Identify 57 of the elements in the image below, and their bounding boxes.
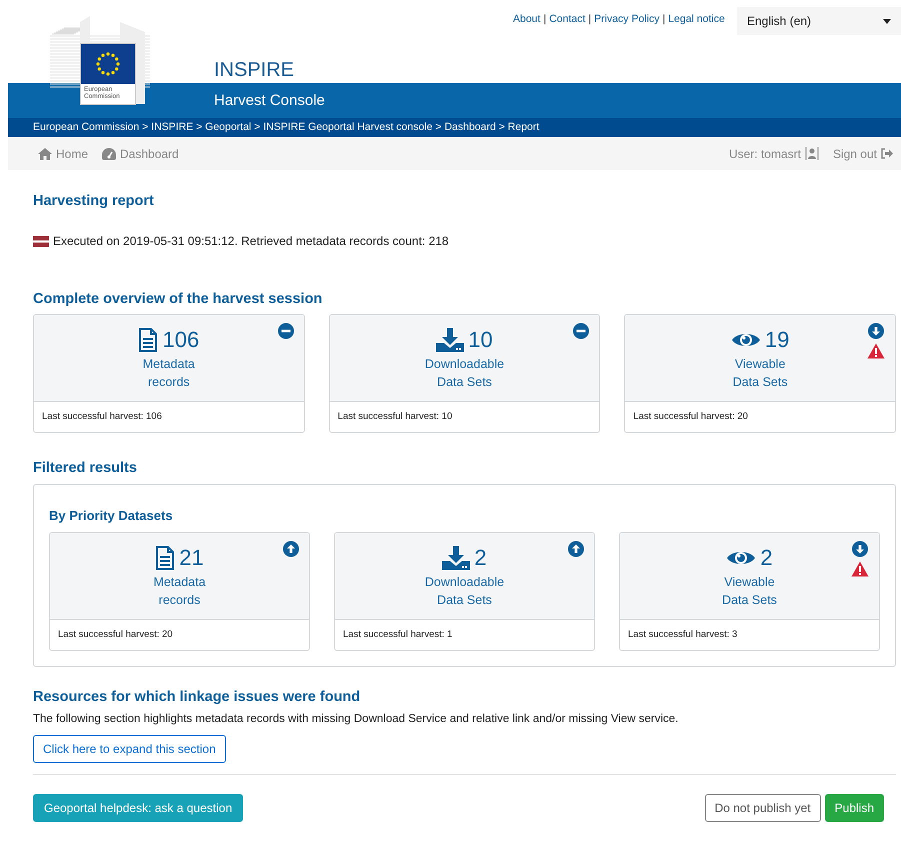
sign-out-icon: [881, 148, 893, 159]
last-harvest-text: Last successful harvest: 3: [628, 629, 738, 640]
up-arrow-circle-icon: [568, 541, 584, 557]
minus-circle-icon: [573, 323, 590, 339]
card-label: Downloadable Data Sets: [424, 575, 504, 607]
separator: |: [588, 13, 592, 25]
download-icon: [436, 328, 464, 352]
card-label: Metadata records: [142, 357, 195, 389]
section-heading: Complete overview of the harvest session: [33, 291, 324, 307]
user-icon: [804, 147, 819, 160]
down-arrow-circle-icon: [852, 541, 868, 557]
section-heading: Filtered results: [33, 460, 138, 476]
do-not-publish-button[interactable]: Do not publish yet: [704, 794, 821, 822]
top-link[interactable]: About: [513, 13, 540, 25]
record-count: 2: [474, 545, 487, 571]
flag-icon: [33, 236, 49, 246]
section-description: The following section highlights metadata records with missing Download Service and relative link and/or missing View service.: [33, 713, 680, 725]
section-heading: Resources for which linkage issues were found: [33, 689, 362, 705]
up-arrow-circle-icon: [283, 541, 299, 557]
record-count: 21: [179, 545, 204, 571]
card-label: Viewable Data Sets: [732, 357, 788, 389]
download-icon: [442, 546, 470, 570]
card-label: Downloadable Data Sets: [424, 357, 504, 389]
home-icon: [38, 148, 52, 160]
caret-icon: [883, 18, 891, 24]
expand-button[interactable]: Click here to expand this section: [33, 735, 226, 763]
separator: |: [662, 13, 666, 25]
last-harvest-text: Last successful harvest: 106: [42, 411, 162, 422]
eu-flag-icon: [81, 44, 135, 84]
card-label: Metadata records: [153, 575, 206, 607]
document-icon: [138, 328, 158, 352]
last-harvest-text: Last successful harvest: 20: [58, 629, 173, 640]
minus-circle-icon: [278, 323, 294, 339]
top-link[interactable]: Legal notice: [668, 13, 725, 25]
record-count: 19: [764, 327, 790, 353]
top-link[interactable]: Contact: [549, 13, 586, 25]
last-harvest-text: Last successful harvest: 10: [338, 411, 452, 422]
record-count: 10: [468, 327, 493, 353]
user-label: User: tomasrt: [728, 146, 801, 160]
separator: |: [543, 13, 546, 25]
section-heading: Harvesting report: [33, 193, 155, 209]
last-harvest-text: Last successful harvest: 1: [343, 629, 452, 640]
card-label: Viewable Data Sets: [722, 575, 777, 607]
top-link[interactable]: Privacy Policy: [594, 13, 660, 25]
gauge-icon: [102, 148, 116, 160]
breadcrumb: European Commission > INSPIRE > Geoportal > INSPIRE Geoportal Harvest console > Dashboard > Report: [33, 121, 540, 133]
language-select[interactable]: English (en): [737, 7, 901, 35]
subsection-heading: By Priority Datasets: [49, 508, 174, 523]
site-title: INSPIRE: [214, 59, 294, 82]
language-value: English (en): [747, 14, 812, 28]
record-count: 106: [162, 327, 200, 353]
down-arrow-circle-icon: [868, 323, 884, 339]
record-count: 2: [760, 545, 773, 571]
document-icon: [155, 546, 176, 570]
execution-summary: Executed on 2019-05-31 09:51:12. Retrieved metadata records count: 218: [53, 234, 449, 248]
last-harvest-text: Last successful harvest: 20: [633, 411, 748, 422]
app-title: Harvest Console: [214, 92, 325, 109]
